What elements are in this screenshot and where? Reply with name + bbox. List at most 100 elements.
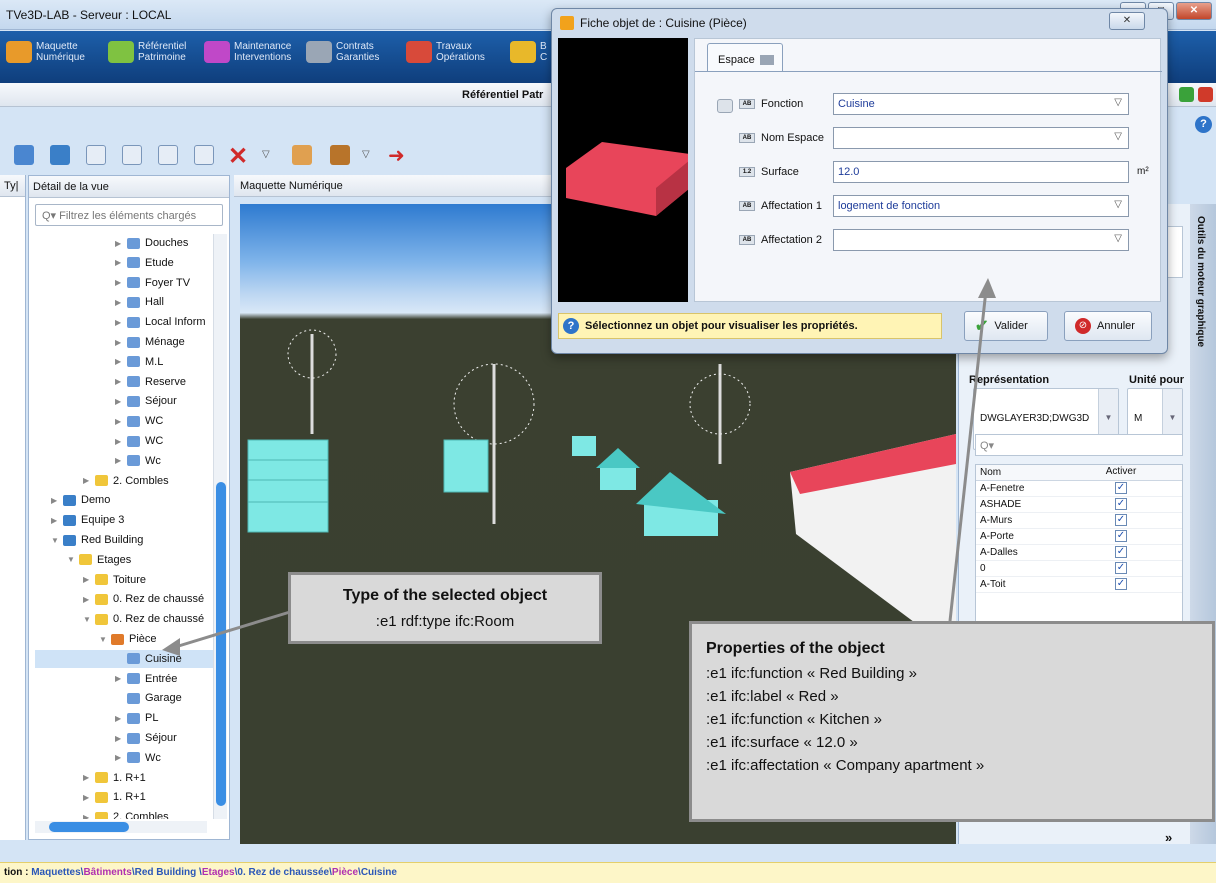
- expand-arrow-icon[interactable]: ▶: [115, 377, 127, 386]
- expand-arrow-icon[interactable]: ▶: [83, 476, 95, 485]
- paint-icon[interactable]: [292, 145, 312, 165]
- tree-node[interactable]: ▶ WC: [115, 412, 163, 430]
- expand-arrow-icon[interactable]: ▶: [115, 456, 127, 465]
- tree-node[interactable]: ▶ WC: [115, 432, 163, 450]
- help-icon[interactable]: ?: [1195, 116, 1212, 133]
- image-icon[interactable]: [50, 145, 70, 165]
- expand-arrow-icon[interactable]: ▶: [115, 734, 127, 743]
- expand-arrow-icon[interactable]: ▶: [115, 714, 127, 723]
- tree-node[interactable]: ▶ Douches: [115, 234, 188, 252]
- expand-arrow-icon[interactable]: ▶: [115, 357, 127, 366]
- green-icon[interactable]: [1179, 87, 1194, 102]
- object-3d-preview[interactable]: [558, 38, 690, 302]
- scroll-thumb[interactable]: [216, 482, 226, 806]
- fit-view-icon[interactable]: [122, 145, 142, 165]
- expand-arrow-icon[interactable]: ▶: [115, 674, 127, 683]
- layer-active-checkbox[interactable]: ✓: [1115, 482, 1127, 494]
- expand-arrow-icon[interactable]: ▶: [83, 793, 95, 802]
- table-icon[interactable]: [194, 145, 214, 165]
- close-button[interactable]: ✕: [1176, 2, 1212, 20]
- layer-active-checkbox[interactable]: ✓: [1115, 498, 1127, 510]
- expand-arrow-icon[interactable]: ▶: [115, 239, 127, 248]
- expand-arrow-icon[interactable]: ▶: [51, 516, 63, 525]
- expand-arrow-icon[interactable]: ▶: [83, 575, 95, 584]
- open-folder-icon[interactable]: [14, 145, 34, 165]
- tree-node[interactable]: Cuisine: [35, 649, 213, 668]
- tree-node[interactable]: ▶ Equipe 3: [51, 511, 124, 529]
- tree-node[interactable]: ▶ Local Inform: [115, 313, 206, 331]
- box-icon[interactable]: [330, 145, 350, 165]
- layer-active-checkbox[interactable]: ✓: [1115, 562, 1127, 574]
- chevron-down-icon[interactable]: ▽: [1114, 233, 1122, 244]
- tree-node[interactable]: Garage: [115, 689, 182, 707]
- expand-arrow-icon[interactable]: ▶: [115, 298, 127, 307]
- module-3[interactable]: Contrats Garanties: [306, 41, 379, 63]
- expand-arrow-icon[interactable]: ▶: [115, 338, 127, 347]
- tree-node[interactable]: ▶ Toiture: [83, 571, 146, 589]
- cancel-button[interactable]: ⊘ Annuler: [1064, 311, 1152, 341]
- filter-icon[interactable]: [158, 145, 178, 165]
- tree-node[interactable]: ▶ 1. R+1: [83, 788, 146, 806]
- col-active[interactable]: Activer: [1076, 465, 1166, 480]
- expand-arrow-icon[interactable]: ▶: [83, 813, 95, 819]
- delete-icon[interactable]: ✕: [228, 142, 248, 171]
- tree-node[interactable]: ▼ Pièce: [99, 630, 157, 648]
- module-0[interactable]: Maquette Numérique: [6, 41, 85, 63]
- tree-node[interactable]: ▶ 2. Combles: [83, 472, 169, 490]
- tree-node[interactable]: ▶ Hall: [115, 293, 164, 311]
- hscroll-thumb[interactable]: [49, 822, 129, 832]
- field-input[interactable]: Cuisine ▽: [833, 93, 1129, 115]
- expand-arrow-icon[interactable]: ▶: [115, 318, 127, 327]
- object-properties-icon[interactable]: [717, 99, 733, 113]
- tree-node[interactable]: ▶ Foyer TV: [115, 274, 190, 292]
- field-input[interactable]: ▽: [833, 127, 1129, 149]
- list-view-icon[interactable]: [86, 145, 106, 165]
- layer-active-checkbox[interactable]: ✓: [1115, 530, 1127, 542]
- chevron-down-icon[interactable]: ▽: [1114, 199, 1122, 210]
- tree-horizontal-scrollbar[interactable]: [35, 821, 207, 833]
- layer-search-input[interactable]: Q▾: [975, 434, 1183, 456]
- tree-node[interactable]: ▶ PL: [115, 709, 158, 727]
- tree-node[interactable]: ▶ Reserve: [115, 373, 186, 391]
- tree-node[interactable]: ▶ 0. Rez de chaussé: [83, 590, 204, 608]
- module-1[interactable]: Référentiel Patrimoine: [108, 41, 186, 63]
- tree-node[interactable]: ▶ Ménage: [115, 333, 185, 351]
- tree-node[interactable]: ▶ Séjour: [115, 729, 177, 747]
- expand-arrow-icon[interactable]: ▶: [115, 753, 127, 762]
- expand-arrow-icon[interactable]: ▶: [115, 397, 127, 406]
- export-icon[interactable]: ➜: [388, 143, 405, 168]
- expand-arrow-icon[interactable]: ▶: [115, 258, 127, 267]
- expand-arrow-icon[interactable]: ▶: [115, 437, 127, 446]
- expand-arrow-icon[interactable]: ▶: [83, 595, 95, 604]
- layer-active-checkbox[interactable]: ✓: [1115, 546, 1127, 558]
- expand-arrow-icon[interactable]: ▶: [115, 417, 127, 426]
- tree-vertical-scrollbar[interactable]: [213, 234, 227, 819]
- field-input[interactable]: 12.0: [833, 161, 1129, 183]
- module-2[interactable]: Maintenance Interventions: [204, 41, 291, 63]
- filter-input[interactable]: Q▾ Filtrez les éléments chargés: [35, 204, 223, 226]
- expand-arrow-icon[interactable]: ▼: [67, 555, 79, 564]
- delete-dropdown-icon[interactable]: ▽: [262, 149, 270, 160]
- validate-button[interactable]: ✔ Valider: [964, 311, 1048, 341]
- tree-node[interactable]: ▶ Etude: [115, 254, 174, 272]
- dialog-close-button[interactable]: ✕: [1109, 12, 1145, 30]
- tree-node[interactable]: ▼ Red Building: [51, 531, 143, 549]
- tree-node[interactable]: ▶ Wc: [115, 452, 161, 470]
- field-input[interactable]: ▽: [833, 229, 1129, 251]
- expand-arrow-icon[interactable]: ▶: [83, 773, 95, 782]
- tree-node[interactable]: ▶ M.L: [115, 353, 163, 371]
- tab-espace[interactable]: Espace: [707, 43, 783, 71]
- expand-arrow-icon[interactable]: ▶: [51, 496, 63, 505]
- module-5[interactable]: BC: [510, 41, 547, 63]
- chevron-down-icon[interactable]: ▽: [1114, 131, 1122, 142]
- expand-icon[interactable]: »: [1165, 830, 1172, 845]
- expand-arrow-icon[interactable]: ▼: [51, 536, 63, 545]
- tree-node[interactable]: ▼ Etages: [67, 551, 131, 569]
- field-input[interactable]: logement de fonction ▽: [833, 195, 1129, 217]
- tree-node[interactable]: ▶ Séjour: [115, 392, 177, 410]
- tree-node[interactable]: ▶ Demo: [51, 491, 110, 509]
- layer-active-checkbox[interactable]: ✓: [1115, 514, 1127, 526]
- tree-node[interactable]: ▶ Entrée: [115, 670, 177, 688]
- chevron-down-icon[interactable]: ▽: [1114, 97, 1122, 108]
- close-panel-icon[interactable]: [1198, 87, 1213, 102]
